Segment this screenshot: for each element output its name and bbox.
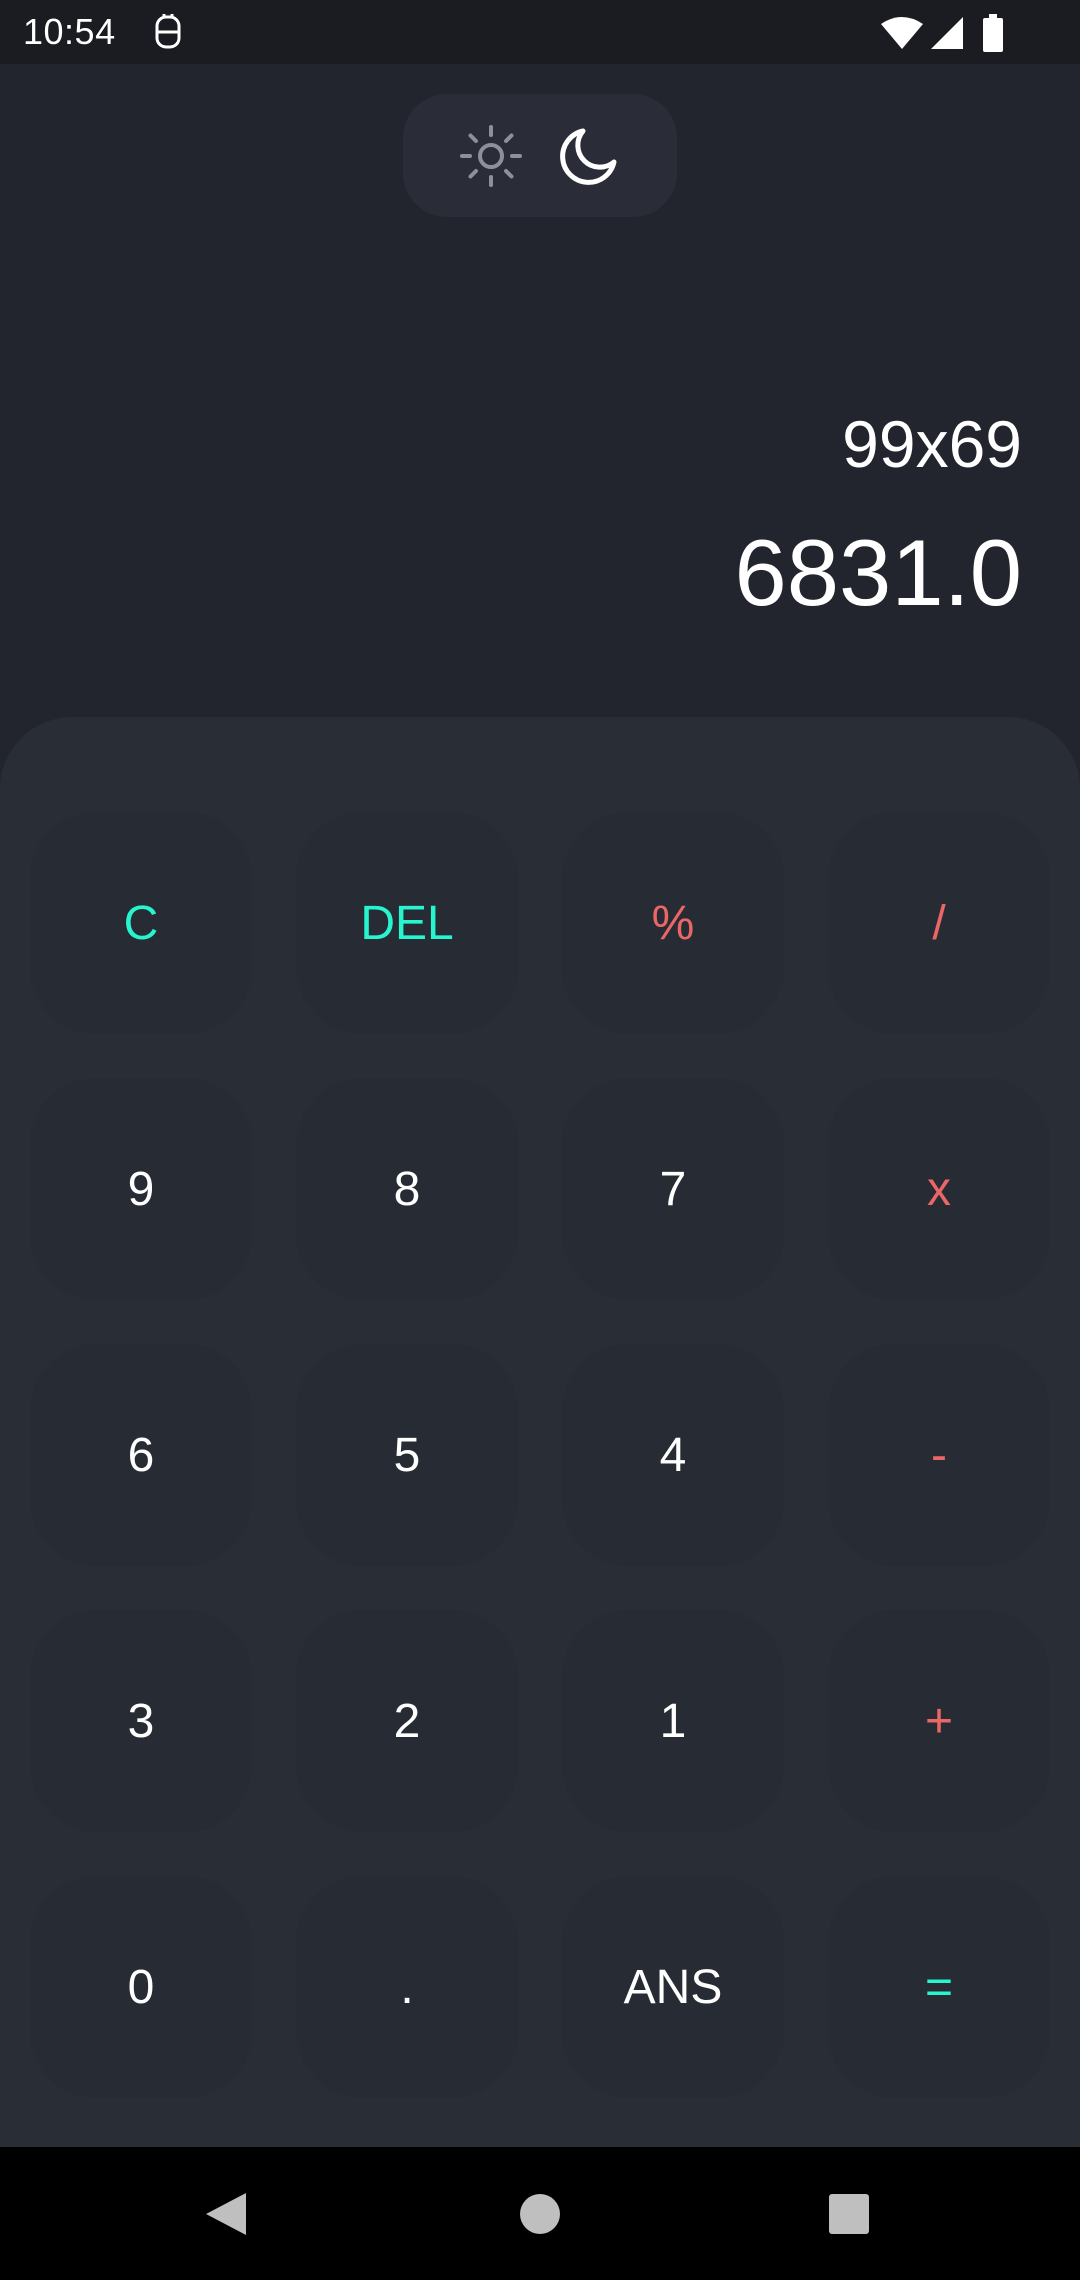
subtract-button[interactable]: - bbox=[828, 1344, 1050, 1566]
wifi-icon bbox=[881, 17, 923, 49]
theme-toggle bbox=[403, 94, 677, 217]
back-icon[interactable] bbox=[204, 2191, 248, 2237]
multiply-button[interactable]: x bbox=[828, 1078, 1050, 1300]
digit-5-button[interactable]: 5 bbox=[296, 1344, 518, 1566]
digit-8-button[interactable]: 8 bbox=[296, 1078, 518, 1300]
delete-button[interactable]: DEL bbox=[296, 812, 518, 1034]
signal-icon bbox=[931, 17, 963, 49]
add-button[interactable]: + bbox=[828, 1610, 1050, 1832]
status-time: 10:54 bbox=[23, 11, 116, 52]
digit-7-button[interactable]: 7 bbox=[562, 1078, 784, 1300]
percent-button[interactable]: % bbox=[562, 812, 784, 1034]
divide-button[interactable]: / bbox=[828, 812, 1050, 1034]
keypad: C DEL % / 9 8 7 x 6 5 4 - 3 2 1 + 0 . AN… bbox=[0, 717, 1080, 2147]
result-display: 6831.0 bbox=[734, 520, 1022, 625]
digit-9-button[interactable]: 9 bbox=[30, 1078, 252, 1300]
answer-button[interactable]: ANS bbox=[562, 1876, 784, 2098]
app-notification-icon bbox=[155, 14, 181, 49]
calculator-app: 99x69 6831.0 C DEL % / 9 8 7 x 6 5 4 - 3… bbox=[0, 64, 1080, 2147]
digit-4-button[interactable]: 4 bbox=[562, 1344, 784, 1566]
digit-1-button[interactable]: 1 bbox=[562, 1610, 784, 1832]
digit-3-button[interactable]: 3 bbox=[30, 1610, 252, 1832]
dark-mode-icon[interactable] bbox=[559, 126, 619, 186]
decimal-button[interactable]: . bbox=[296, 1876, 518, 2098]
digit-2-button[interactable]: 2 bbox=[296, 1610, 518, 1832]
equals-button[interactable]: = bbox=[828, 1876, 1050, 2098]
home-icon[interactable] bbox=[519, 2193, 561, 2235]
navigation-bar bbox=[0, 2147, 1080, 2280]
digit-0-button[interactable]: 0 bbox=[30, 1876, 252, 2098]
clear-button[interactable]: C bbox=[30, 812, 252, 1034]
recents-icon[interactable] bbox=[829, 2194, 869, 2234]
battery-icon bbox=[983, 14, 1003, 52]
status-bar: 10:54 bbox=[0, 0, 1080, 64]
light-mode-icon[interactable] bbox=[459, 124, 523, 188]
expression-display: 99x69 bbox=[842, 407, 1022, 481]
digit-6-button[interactable]: 6 bbox=[30, 1344, 252, 1566]
